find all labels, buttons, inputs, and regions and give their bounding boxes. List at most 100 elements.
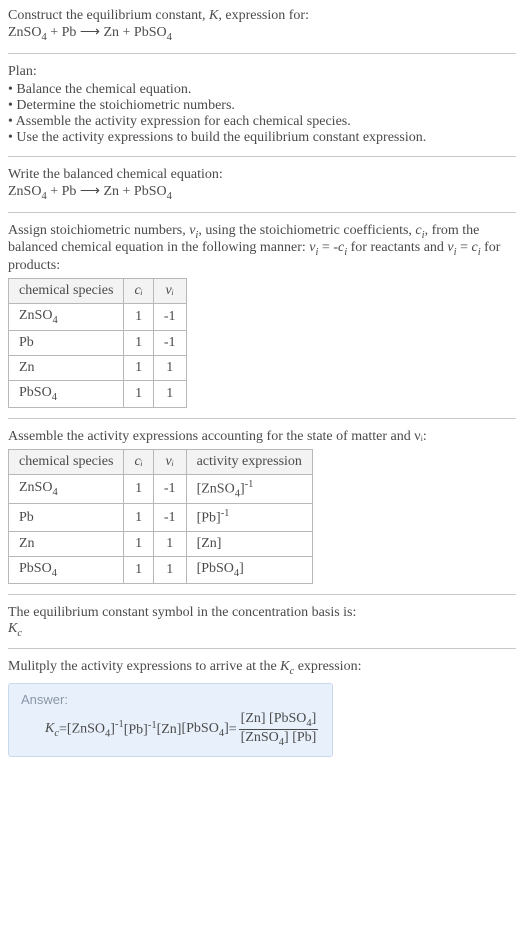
question-text-a: Construct the equilibrium constant,: [8, 8, 209, 23]
b-plus-1: + Pb: [47, 184, 80, 199]
cell-species: Pb: [9, 504, 124, 532]
question-block: Construct the equilibrium constant, K, e…: [8, 8, 516, 43]
plan-list: Balance the chemical equation. Determine…: [8, 82, 516, 146]
cell-species: ZnSO4: [9, 304, 124, 331]
multiply-block: Mulitply the activity expressions to arr…: [8, 659, 516, 756]
cell-nui: -1: [153, 474, 186, 503]
term-3: [Zn]: [157, 722, 182, 738]
eq2-eq: =: [457, 240, 472, 255]
ae-post: ]: [239, 561, 244, 576]
arrow-icon: ⟶: [80, 184, 100, 199]
kc-k: K: [8, 621, 17, 636]
table-row: Pb 1 -1: [9, 330, 187, 355]
cell-ci: 1: [124, 355, 153, 380]
divider: [8, 594, 516, 595]
plan-block: Plan: Balance the chemical equation. Det…: [8, 64, 516, 146]
plan-item: Balance the chemical equation.: [8, 82, 516, 98]
products-sub: 4: [167, 32, 172, 43]
divider: [8, 648, 516, 649]
cell-ci: 1: [124, 504, 153, 532]
cell-nui: -1: [153, 330, 186, 355]
activity-block: Assemble the activity expressions accoun…: [8, 429, 516, 584]
ae-pre: [ZnSO: [197, 481, 235, 496]
cell-species: PbSO4: [9, 556, 124, 583]
cell-species: Zn: [9, 355, 124, 380]
b-products-sub: 4: [167, 191, 172, 202]
plan-header: Plan:: [8, 64, 516, 80]
kc-expression: Kc = [ZnSO4]-1 [Pb]-1 [Zn] [PbSO4] = [Zn…: [21, 711, 320, 748]
cell-nui: 1: [153, 531, 186, 556]
cell-ci: 1: [124, 531, 153, 556]
table-row: ZnSO4 1 -1 [ZnSO4]-1: [9, 474, 313, 503]
cell-ci: 1: [124, 474, 153, 503]
sp: ZnSO: [19, 480, 52, 495]
ae-pre: [PbSO: [197, 561, 234, 576]
th-nui: νᵢ: [153, 449, 186, 474]
cell-species: Pb: [9, 330, 124, 355]
balanced-header: Write the balanced chemical equation:: [8, 167, 516, 183]
divider: [8, 212, 516, 213]
stoich-text-b: , using the stoichiometric coefficients,: [198, 223, 415, 238]
divider: [8, 418, 516, 419]
th-nui: νᵢ: [153, 279, 186, 304]
ae-sup: -1: [245, 479, 254, 490]
multiply-line: Mulitply the activity expressions to arr…: [8, 659, 361, 674]
cell-species: ZnSO4: [9, 474, 124, 503]
table-row: Pb 1 -1 [Pb]-1: [9, 504, 313, 532]
ae-pre: [Pb: [197, 511, 216, 526]
question-text-b: , expression for:: [218, 8, 309, 23]
balanced-equation: ZnSO4 + Pb ⟶ Zn + PbSO4: [8, 184, 172, 199]
t: [PbSO: [181, 721, 218, 736]
th-species: chemical species: [9, 449, 124, 474]
sp-sub: 4: [52, 315, 57, 326]
activity-header: Assemble the activity expressions accoun…: [8, 429, 516, 445]
th-ci: cᵢ: [124, 279, 153, 304]
cell-activity: [Zn]: [186, 531, 312, 556]
sp-sub: 4: [52, 392, 57, 403]
table-row: PbSO4 1 1 [PbSO4]: [9, 556, 313, 583]
conc-basis-text: The equilibrium constant symbol in the c…: [8, 605, 516, 621]
reaction-equation: ZnSO4 + Pb ⟶ Zn + PbSO4: [8, 25, 172, 40]
th-ci: cᵢ: [124, 449, 153, 474]
eq-sign-2: =: [229, 722, 237, 738]
t: [Pb]: [124, 723, 148, 738]
num-post: ]: [312, 711, 317, 726]
cell-nui: 1: [153, 556, 186, 583]
cell-activity: [PbSO4]: [186, 556, 312, 583]
th-activity: activity expression: [186, 449, 312, 474]
plan-item: Assemble the activity expression for eac…: [8, 114, 516, 130]
b-products: Zn + PbSO: [100, 184, 167, 199]
plus-1: + Pb: [47, 25, 80, 40]
num-a: [Zn] [PbSO: [241, 711, 307, 726]
answer-box: Answer: Kc = [ZnSO4]-1 [Pb]-1 [Zn] [PbSO…: [8, 683, 333, 757]
den-post: ] [Pb]: [284, 730, 316, 745]
multiply-text: Mulitply the activity expressions to arr…: [8, 659, 516, 677]
term-4: [PbSO4]: [181, 721, 228, 739]
cell-ci: 1: [124, 556, 153, 583]
fraction: [Zn] [PbSO4] [ZnSO4] [Pb]: [239, 711, 319, 748]
cell-ci: 1: [124, 380, 153, 407]
cell-nui: -1: [153, 304, 186, 331]
stoich-block: Assign stoichiometric numbers, νi, using…: [8, 223, 516, 408]
reactant-1: ZnSO: [8, 25, 41, 40]
kc-c: c: [17, 627, 22, 638]
balanced-block: Write the balanced chemical equation: Zn…: [8, 167, 516, 202]
table-row: Zn 1 1 [Zn]: [9, 531, 313, 556]
conc-basis-block: The equilibrium constant symbol in the c…: [8, 605, 516, 639]
sp-sub: 4: [52, 568, 57, 579]
sp: PbSO: [19, 561, 52, 576]
table-header-row: chemical species cᵢ νᵢ: [9, 279, 187, 304]
table-row: ZnSO4 1 -1: [9, 304, 187, 331]
eq-sign-1: =: [59, 722, 67, 738]
cell-nui: -1: [153, 504, 186, 532]
ae-post: ]: [217, 536, 222, 551]
fraction-denominator: [ZnSO4] [Pb]: [239, 730, 319, 748]
table-header-row: chemical species cᵢ νᵢ activity expressi…: [9, 449, 313, 474]
sp: ZnSO: [19, 308, 52, 323]
t-sup: -1: [115, 719, 124, 730]
divider: [8, 53, 516, 54]
k-symbol: K: [209, 8, 218, 23]
stoich-text-a: Assign stoichiometric numbers,: [8, 223, 189, 238]
sp-sub: 4: [52, 487, 57, 498]
th-species: chemical species: [9, 279, 124, 304]
